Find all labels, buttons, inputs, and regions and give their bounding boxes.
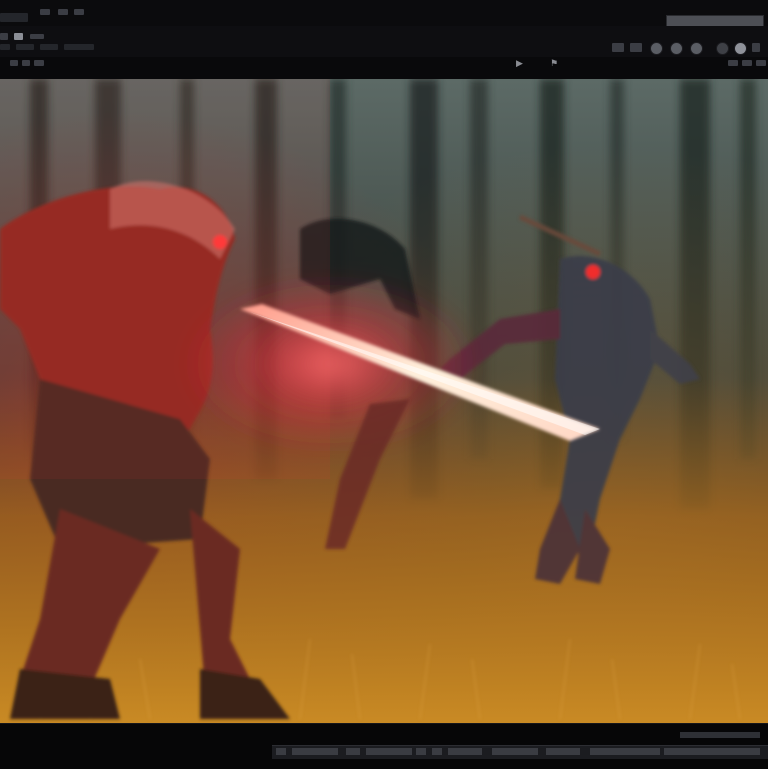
status-item[interactable] [432, 748, 442, 755]
sub-toolbar: ▶ ⚑ [0, 57, 768, 79]
status-indicator [680, 732, 760, 738]
menu-bar [0, 0, 768, 27]
flag-icon[interactable]: ⚑ [550, 59, 558, 69]
tool-button[interactable] [630, 43, 642, 52]
status-item[interactable] [448, 748, 482, 755]
status-item[interactable] [292, 748, 338, 755]
tool-button[interactable] [0, 44, 10, 50]
tool-button[interactable] [10, 60, 18, 66]
menu-item[interactable] [40, 9, 50, 15]
menu-item[interactable] [58, 9, 68, 15]
tool-button[interactable] [716, 42, 729, 55]
tool-button[interactable] [650, 42, 663, 55]
status-item[interactable] [492, 748, 538, 755]
status-item[interactable] [416, 748, 426, 755]
tool-button[interactable] [40, 44, 58, 50]
tool-button[interactable] [670, 42, 683, 55]
tool-button[interactable] [22, 60, 30, 66]
status-item[interactable] [590, 748, 660, 755]
play-icon[interactable]: ▶ [516, 59, 523, 69]
status-item[interactable] [546, 748, 580, 755]
tool-button[interactable] [14, 33, 23, 40]
tool-button[interactable] [34, 60, 44, 66]
tool-button[interactable] [752, 43, 760, 52]
tool-button[interactable] [756, 60, 766, 66]
artwork [0, 79, 768, 723]
tool-button[interactable] [16, 44, 34, 50]
status-item[interactable] [664, 748, 760, 755]
tool-button[interactable] [734, 42, 747, 55]
image-canvas[interactable] [0, 79, 768, 723]
menu-item[interactable] [0, 13, 28, 22]
status-bar [0, 723, 768, 769]
tool-button[interactable] [30, 34, 44, 39]
menu-item[interactable] [74, 9, 84, 15]
tool-button[interactable] [64, 44, 94, 50]
tool-button[interactable] [612, 43, 624, 52]
tool-button[interactable] [728, 60, 738, 66]
tool-button[interactable] [0, 33, 8, 40]
status-item[interactable] [366, 748, 412, 755]
tool-button[interactable] [690, 42, 703, 55]
status-item[interactable] [276, 748, 286, 755]
status-item[interactable] [346, 748, 360, 755]
tool-button[interactable] [742, 60, 752, 66]
